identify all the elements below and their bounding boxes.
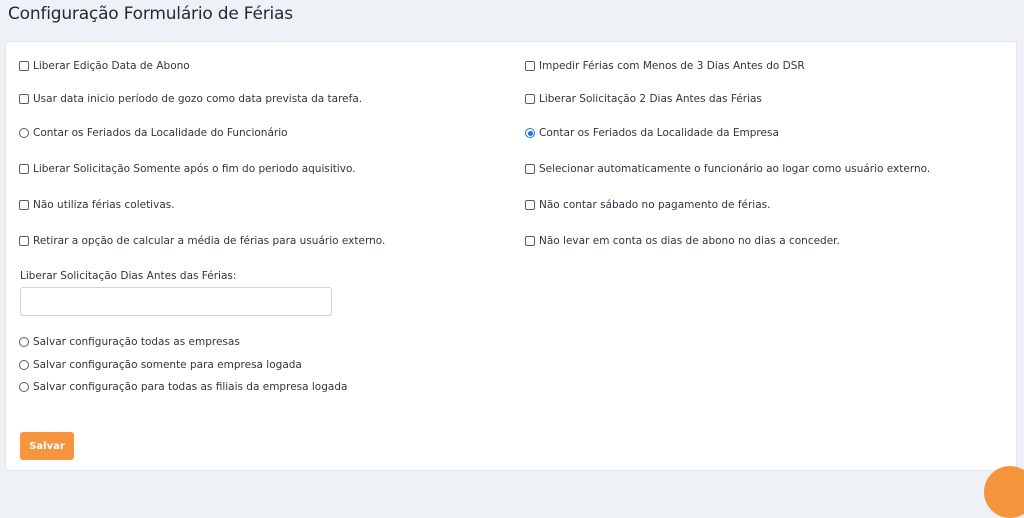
option-retirar-media-ferias-externo[interactable]: Retirar a opção de calcular a média de f…: [19, 235, 385, 247]
checkbox[interactable]: [525, 200, 535, 210]
checkbox[interactable]: [19, 200, 29, 210]
option-label: Liberar Edição Data de Abono: [33, 60, 190, 72]
settings-card: Liberar Edição Data de Abono Usar data i…: [5, 41, 1017, 471]
option-label: Liberar Solicitação Somente após o fim d…: [33, 163, 356, 175]
checkbox[interactable]: [19, 61, 29, 71]
checkbox[interactable]: [525, 236, 535, 246]
option-liberar-edicao-data-abono[interactable]: Liberar Edição Data de Abono: [19, 60, 190, 72]
option-label: Não levar em conta os dias de abono no d…: [539, 235, 840, 247]
floating-action-button[interactable]: [984, 466, 1024, 518]
option-nao-contar-sabado[interactable]: Não contar sábado no pagamento de férias…: [525, 199, 770, 211]
option-impedir-ferias-dsr[interactable]: Impedir Férias com Menos de 3 Dias Antes…: [525, 60, 805, 72]
radio-button[interactable]: [19, 382, 29, 392]
radio-button[interactable]: [19, 337, 29, 347]
scope-option-empresa-logada[interactable]: Salvar configuração somente para empresa…: [19, 359, 302, 371]
radio-button[interactable]: [19, 128, 29, 138]
option-selecionar-funcionario-externo[interactable]: Selecionar automaticamente o funcionário…: [525, 163, 930, 175]
checkbox[interactable]: [19, 236, 29, 246]
option-usar-data-inicio-gozo[interactable]: Usar data inicio período de gozo como da…: [19, 93, 362, 105]
radio-button[interactable]: [19, 360, 29, 370]
scope-option-todas-empresas[interactable]: Salvar configuração todas as empresas: [19, 336, 240, 348]
option-label: Salvar configuração todas as empresas: [33, 336, 240, 348]
option-label: Selecionar automaticamente o funcionário…: [539, 163, 931, 175]
scope-option-todas-filiais[interactable]: Salvar configuração para todas as filiai…: [19, 381, 347, 393]
option-label: Usar data inicio período de gozo como da…: [33, 93, 363, 105]
option-nao-levar-dias-abono[interactable]: Não levar em conta os dias de abono no d…: [525, 235, 840, 247]
option-label: Contar os Feriados da Localidade do Func…: [33, 127, 288, 139]
checkbox[interactable]: [525, 164, 535, 174]
option-label: Salvar configuração somente para empresa…: [33, 359, 302, 371]
option-label: Salvar configuração para todas as filiai…: [33, 381, 348, 393]
save-button[interactable]: Salvar: [20, 432, 74, 460]
option-feriados-localidade-empresa[interactable]: Contar os Feriados da Localidade da Empr…: [525, 127, 779, 139]
days-before-label: Liberar Solicitação Dias Antes das Féria…: [20, 270, 237, 282]
checkbox[interactable]: [19, 164, 29, 174]
option-label: Liberar Solicitação 2 Dias Antes das Fér…: [539, 93, 762, 105]
checkbox[interactable]: [525, 94, 535, 104]
option-liberar-2-dias-antes[interactable]: Liberar Solicitação 2 Dias Antes das Fér…: [525, 93, 762, 105]
page-title: Configuração Formulário de Férias: [8, 4, 293, 24]
option-label: Impedir Férias com Menos de 3 Dias Antes…: [539, 60, 805, 72]
checkbox[interactable]: [19, 94, 29, 104]
checkbox[interactable]: [525, 61, 535, 71]
option-nao-utiliza-ferias-coletivas[interactable]: Não utiliza férias coletivas.: [19, 199, 175, 211]
option-feriados-localidade-funcionario[interactable]: Contar os Feriados da Localidade do Func…: [19, 127, 288, 139]
option-label: Não contar sábado no pagamento de férias…: [539, 199, 771, 211]
option-label: Não utiliza férias coletivas.: [33, 199, 175, 211]
option-liberar-apos-periodo-aquisitivo[interactable]: Liberar Solicitação Somente após o fim d…: [19, 163, 356, 175]
days-before-input[interactable]: [20, 287, 332, 316]
radio-button-selected[interactable]: [525, 128, 535, 138]
option-label: Contar os Feriados da Localidade da Empr…: [539, 127, 779, 139]
option-label: Retirar a opção de calcular a média de f…: [33, 235, 386, 247]
